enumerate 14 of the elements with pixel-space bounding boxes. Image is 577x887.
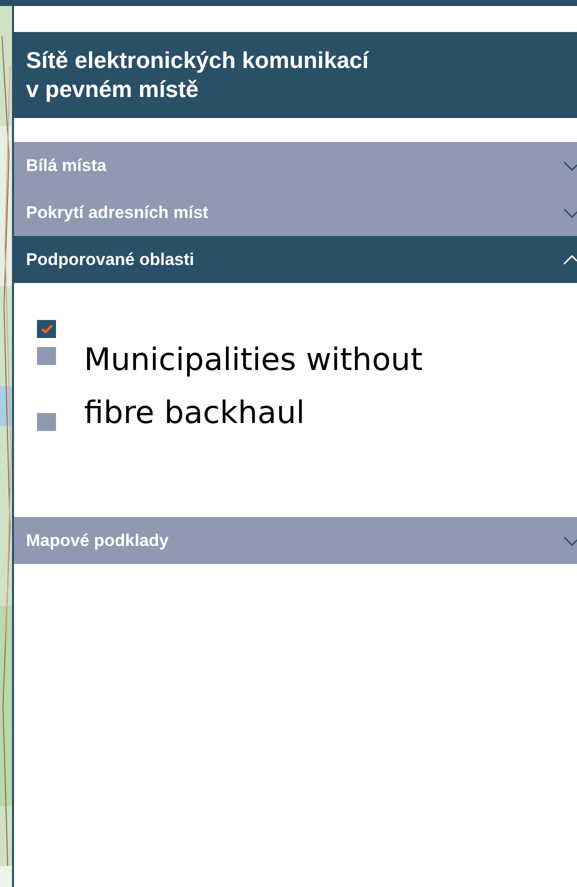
checkbox[interactable] — [37, 320, 56, 338]
accordion-header[interactable]: Podporované oblasti — [14, 236, 577, 283]
legend-swatch — [37, 347, 56, 365]
chevron-down-icon[interactable] — [563, 536, 577, 546]
legend-label: Municipalities without fibre backhaul — [84, 341, 424, 433]
checkmark-icon — [40, 324, 52, 334]
accordion-header[interactable]: Mapové podklady — [14, 517, 577, 564]
panel-title: Sítě elektronických komunikací v pevném místě — [26, 46, 370, 104]
accordion-header[interactable]: Pokrytí adresních míst — [14, 189, 577, 236]
chevron-down-icon[interactable] — [563, 160, 577, 170]
chevron-down-icon[interactable] — [563, 208, 577, 218]
legend-swatch — [37, 413, 56, 431]
chevron-up-icon[interactable] — [563, 254, 577, 264]
accordion-header[interactable]: Bílá místa — [14, 142, 577, 189]
